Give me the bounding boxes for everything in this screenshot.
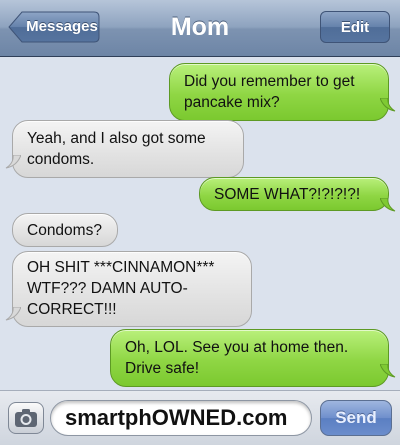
message-text: Oh, LOL. See you at home then. Drive saf… [125,339,349,377]
message-text: OH SHIT ***CINNAMON*** WTF??? DAMN AUTO-… [27,259,215,318]
message-text: Condoms? [27,222,102,239]
message-bubble-incoming: OH SHIT ***CINNAMON*** WTF??? DAMN AUTO-… [12,251,252,327]
nav-bar: Messages Mom Edit [0,0,400,57]
camera-icon [15,409,37,427]
message-input-bar: smartphOWNED.com Send [0,390,400,445]
bubble-tail [5,155,21,169]
bubble-tail [380,364,396,378]
bubble-tail [5,307,21,321]
message-bubble-outgoing: SOME WHAT?!?!?!?! [199,177,389,211]
send-button[interactable]: Send [320,400,392,436]
camera-button[interactable] [8,402,44,434]
message-bubble-outgoing: Did you remember to get pancake mix? [169,63,389,121]
message-bubble-incoming: Condoms? [12,213,118,247]
message-text: Yeah, and I also got some condoms. [27,130,206,168]
message-text-field[interactable]: smartphOWNED.com [50,400,312,436]
bubble-tail [380,98,396,112]
edit-button[interactable]: Edit [320,11,390,43]
message-bubble-outgoing: Oh, LOL. See you at home then. Drive saf… [110,329,389,387]
message-bubble-incoming: Yeah, and I also got some condoms. [12,120,244,178]
message-text: SOME WHAT?!?!?!?! [214,186,361,203]
bubble-tail [380,198,396,212]
message-text: Did you remember to get pancake mix? [184,73,355,111]
